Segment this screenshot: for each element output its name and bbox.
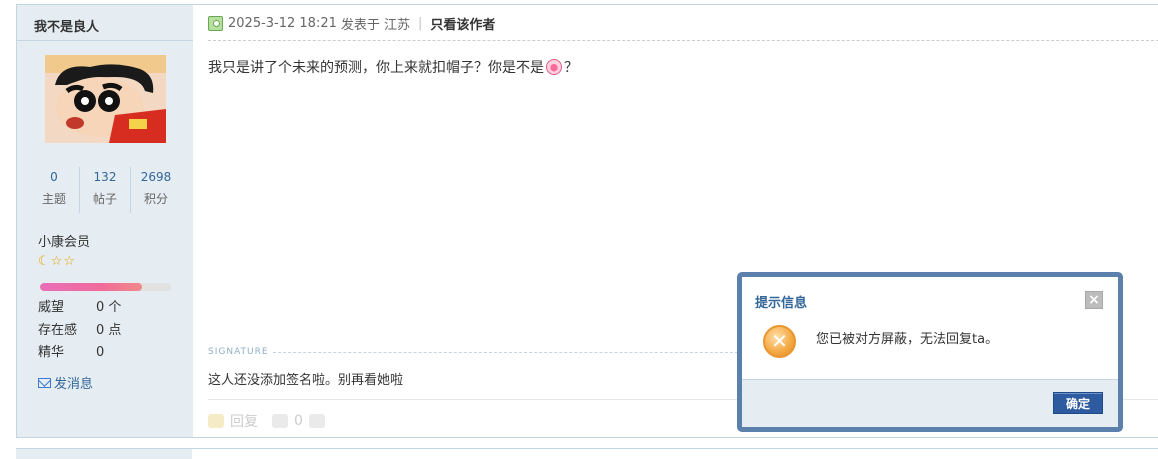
signature-text: 这人还没添加签名啦。别再看她啦 <box>208 373 404 388</box>
alert-dialog: 提示信息 × ✕ 您已被对方屏蔽，无法回复ta。 确定 <box>737 272 1123 432</box>
ok-button[interactable]: 确定 <box>1053 392 1103 414</box>
star-icon: ☆ <box>50 254 63 269</box>
stat-value: 0 <box>50 170 58 184</box>
post-location: 发表于 江苏 <box>340 18 411 33</box>
signature-label: SIGNATURE <box>208 347 269 357</box>
star-icon: ☆ <box>63 254 75 269</box>
info-row: 存在感 0 点 <box>38 320 121 343</box>
dashed-line <box>272 351 738 353</box>
avatar[interactable] <box>45 55 166 143</box>
only-author-link[interactable]: 只看该作者 <box>430 14 495 33</box>
author-name[interactable]: 我不是良人 <box>17 5 193 41</box>
level-stars: ☾ ☆ ☆ <box>38 255 75 269</box>
post-text-end: ？ <box>564 60 578 76</box>
post-header: 2025-3-12 18:21 发表于 江苏 | 只看该作者 <box>208 5 1158 41</box>
like-count: 0 <box>294 412 303 429</box>
info-key: 威望 <box>38 300 65 315</box>
dialog-message: 您已被对方屏蔽，无法回复ta。 <box>816 332 999 347</box>
info-row: 精华 0 <box>38 342 121 365</box>
info-key: 存在感 <box>38 322 78 338</box>
stat-points[interactable]: 2698 积分 <box>130 167 181 213</box>
stat-value: 132 <box>93 170 117 184</box>
user-group[interactable]: 小康会员 <box>38 231 90 250</box>
divider: | <box>418 16 423 31</box>
info-value: 0 <box>96 345 105 360</box>
clown-emoji-icon <box>546 59 562 75</box>
info-key: 精华 <box>38 345 65 360</box>
stat-posts[interactable]: 132 帖子 <box>79 167 130 213</box>
stat-label: 主题 <box>41 192 66 206</box>
send-message-label: 发消息 <box>54 377 94 392</box>
stat-label: 积分 <box>143 192 168 206</box>
signature-divider: SIGNATURE <box>208 347 738 357</box>
thumbs-down-icon[interactable] <box>308 413 325 428</box>
envelope-icon <box>38 377 51 388</box>
info-row: 威望 0 个 <box>38 297 121 320</box>
stat-label: 帖子 <box>92 192 117 206</box>
level-progress-fill <box>40 283 143 291</box>
dialog-footer: 确定 <box>742 379 1118 427</box>
moon-icon: ☾ <box>38 254 50 269</box>
author-stats: 0 主题 132 帖子 2698 积分 <box>29 167 181 213</box>
dialog-panel: 提示信息 × ✕ 您已被对方屏蔽，无法回复ta。 确定 <box>742 277 1118 427</box>
thumbs-up-icon[interactable] <box>272 413 288 428</box>
info-value: 0 个 <box>96 300 122 315</box>
author-sidebar: 我不是良人 0 主题 132 帖子 2698 积分 小康会员 ☾ ☆ ☆ 威望 … <box>17 5 193 437</box>
error-x-icon: ✕ <box>763 325 796 358</box>
dialog-title: 提示信息 <box>755 296 808 311</box>
close-icon[interactable]: × <box>1085 291 1103 309</box>
reply-icon[interactable] <box>208 413 224 428</box>
online-status-icon <box>208 16 223 31</box>
post-timestamp: 2025-3-12 18:21 <box>228 16 337 31</box>
level-progress-bar <box>40 283 171 291</box>
post-text: 我只是讲了个未来的预测，你上来就扣帽子？你是不是 <box>208 60 544 76</box>
stat-value: 2698 <box>140 170 172 184</box>
stat-topics[interactable]: 0 主题 <box>29 167 79 213</box>
send-message-link[interactable]: 发消息 <box>38 373 93 392</box>
next-sidebar <box>16 449 192 459</box>
dialog-body: ✕ 您已被对方屏蔽，无法回复ta。 <box>742 317 1118 379</box>
post-body: 我只是讲了个未来的预测，你上来就扣帽子？你是不是 ？ <box>208 57 578 77</box>
next-post-stub <box>16 448 1158 459</box>
author-info: 威望 0 个 存在感 0 点 精华 0 <box>38 297 121 365</box>
reply-button[interactable]: 回复 <box>230 411 258 431</box>
info-value: 0 点 <box>96 322 122 338</box>
